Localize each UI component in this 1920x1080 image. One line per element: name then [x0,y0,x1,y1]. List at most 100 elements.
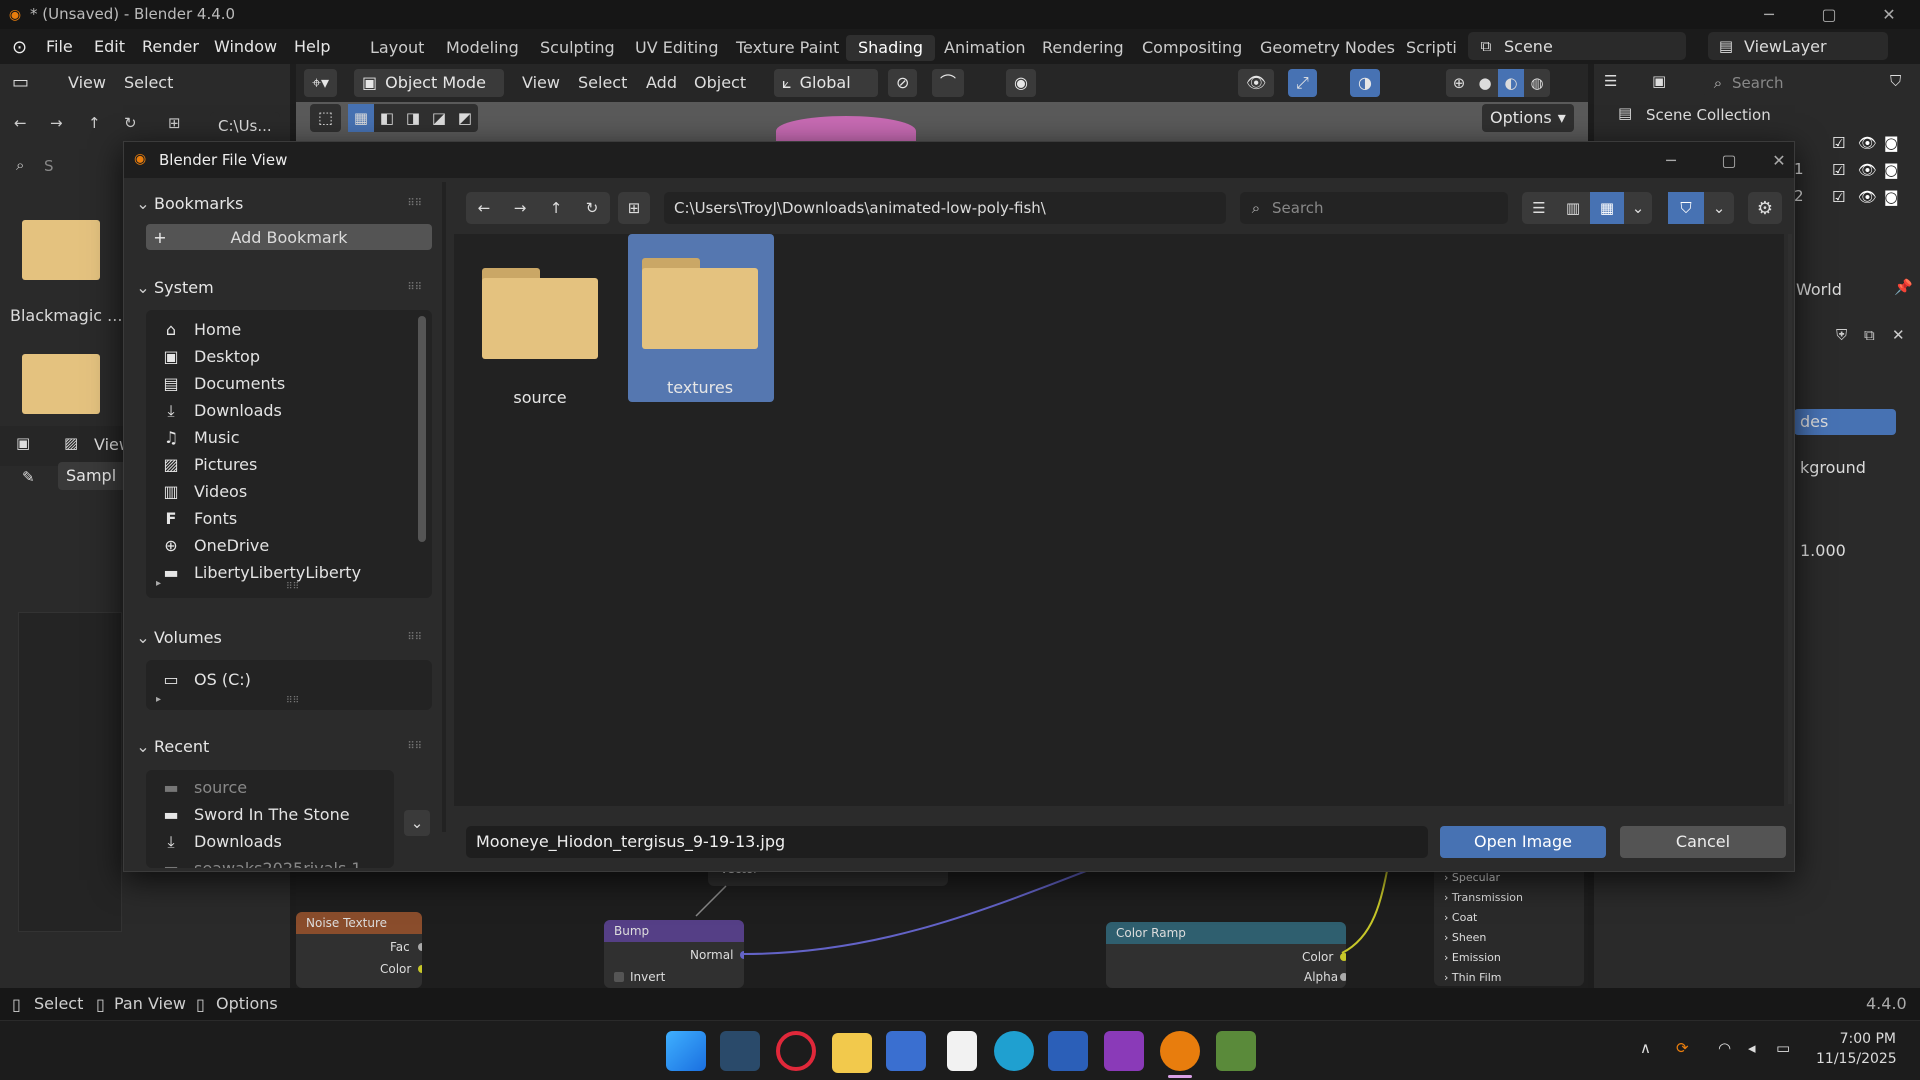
checkbox-icon[interactable]: ☑ [1832,161,1845,179]
system-item-music[interactable]: ♫ Music [146,424,432,451]
tab-texture-paint[interactable]: Texture Paint [724,35,851,61]
tab-uv-editing[interactable]: UV Editing [623,35,730,61]
maximize-icon[interactable]: ▢ [1806,0,1852,29]
tab-modeling[interactable]: Modeling [434,35,531,61]
file-item-source[interactable]: source [468,244,612,412]
clock-time[interactable]: 7:00 PM [1822,1031,1896,1047]
recent-item-sword[interactable]: ▬ Sword In The Stone [146,801,394,828]
blender-taskbar-icon[interactable] [1160,1031,1200,1071]
sample-button[interactable]: Sampl [58,462,128,490]
recent-item-downloads[interactable]: ⤓ Downloads [146,828,394,855]
volumes-header[interactable]: ⌄ Volumes ⠿⠿ [132,622,432,652]
path-field[interactable]: C:\Users\TroyJ\Downloads\animated-low-po… [664,192,1226,224]
select-subtract-icon[interactable]: ◨ [400,104,426,132]
file-item-textures[interactable]: textures [628,234,774,402]
tab-sculpting[interactable]: Sculpting [528,35,627,61]
system-scrollbar[interactable] [418,316,426,542]
fake-user-icon[interactable]: ⛨ [1836,326,1847,344]
recent-item-source[interactable]: ▬ source [146,774,394,801]
eye-icon[interactable]: 👁 [1858,134,1877,152]
tab-rendering[interactable]: Rendering [1030,35,1136,61]
folder-icon[interactable] [22,220,100,280]
sync-icon[interactable]: ⟳ [1676,1039,1689,1057]
left-menu-select[interactable]: Select [124,73,173,92]
unlink-icon[interactable]: ✕ [1892,326,1905,344]
maximize-icon[interactable]: ▢ [1706,146,1752,175]
forward-icon[interactable]: → [50,114,63,132]
use-nodes-button[interactable]: des [1794,409,1896,435]
tab-layout[interactable]: Layout [358,35,436,61]
viewport-canvas[interactable]: ⬚ ▦ ◧ ◨ ◪ ◩ Options ▾ [296,102,1588,146]
wireframe-shading-icon[interactable]: ⊕ [1446,69,1472,97]
store-icon[interactable] [886,1031,926,1071]
visibility-icon[interactable]: 👁 [1238,69,1275,97]
select-new-icon[interactable]: ▦ [348,104,374,132]
gear-icon[interactable]: ⚙ [1748,192,1782,224]
new-folder-icon[interactable]: ⊞ [618,192,650,224]
checkbox-icon[interactable]: ☑ [1832,188,1845,206]
pin-icon[interactable]: 📌 [1894,278,1913,296]
forward-icon[interactable]: → [502,192,538,224]
menu-file[interactable]: File [46,37,73,56]
camera-icon[interactable]: ◙ [1884,134,1899,152]
open-image-button[interactable]: Open Image [1440,826,1606,858]
duplicate-icon[interactable]: ⧉ [1864,326,1875,344]
file-list-area[interactable]: source textures [454,234,1784,806]
strength-field[interactable]: 1.000 [1794,537,1868,565]
camera-icon[interactable]: ◙ [1884,161,1899,179]
sidebar-splitter[interactable] [442,182,446,832]
tab-animation[interactable]: Animation [932,35,1038,61]
gizmo-icon[interactable]: ⤢ [1288,69,1317,97]
start-icon[interactable] [666,1031,706,1071]
list-horizontal-icon[interactable]: ▥ [1556,192,1590,224]
system-item-onedrive[interactable]: ⊕ OneDrive [146,532,432,559]
system-item-desktop[interactable]: ▣ Desktop [146,343,432,370]
system-item-pictures[interactable]: ▨ Pictures [146,451,432,478]
close-icon[interactable]: ✕ [1866,0,1912,29]
menu-help[interactable]: Help [294,37,330,56]
parent-directory-icon[interactable]: ↑ [88,114,101,132]
display-mode-icon[interactable]: ▣ [1652,72,1666,90]
menu-edit[interactable]: Edit [94,37,125,56]
system-item-fonts[interactable]: F Fonts [146,505,432,532]
notepad-icon[interactable] [947,1031,977,1071]
resize-handle-icon[interactable]: ⠿⠿ [286,582,299,592]
options-dropdown[interactable]: Options ▾ [1482,104,1574,132]
mode-selector[interactable]: ▣ Object Mode [354,69,504,97]
select-box-icon[interactable]: ⬚ [310,104,342,132]
select-invert-icon[interactable]: ◪ [426,104,452,132]
left-search-stub[interactable]: S [44,157,54,175]
minecraft-icon[interactable] [1216,1031,1256,1071]
menu-render[interactable]: Render [142,37,199,56]
drag-handle-icon[interactable]: ⠿⠿ [407,198,422,209]
file-area-scrollbar[interactable] [1788,234,1792,804]
vp-menu-add[interactable]: Add [646,73,677,92]
battery-icon[interactable]: ▭ [1776,1039,1790,1057]
drag-handle-icon[interactable]: ⠿⠿ [407,282,422,293]
chevron-up-icon[interactable]: ∧ [1640,1039,1651,1057]
system-item-home[interactable]: ⌂ Home [146,316,432,343]
drag-handle-icon[interactable]: ⠿⠿ [407,632,422,643]
left-menu-view[interactable]: View [68,73,106,92]
parent-directory-icon[interactable]: ↑ [538,192,574,224]
node-editor[interactable]: Vector Noise Texture Fac Color Bump Norm… [296,856,1588,988]
chevron-down-icon[interactable]: ⌄ [1624,192,1652,224]
filter-icon[interactable]: ⛉ [1668,192,1704,224]
outliner-type-icon[interactable]: ☰ [1604,72,1617,90]
resize-handle-icon[interactable]: ⠿⠿ [286,696,299,706]
chevron-down-icon[interactable]: ⌄ [1704,192,1734,224]
new-folder-icon[interactable]: ⊞ [168,114,181,132]
refresh-icon[interactable]: ↻ [124,114,137,132]
chevron-down-icon[interactable]: ⌄ [404,810,430,836]
edge-icon[interactable] [994,1031,1034,1071]
filter-icon[interactable]: ⛉ [1890,72,1901,90]
select-intersect-icon[interactable]: ◩ [452,104,478,132]
recent-item-seawaks[interactable]: ▬ seawaks2025rivals 1 - [146,855,394,868]
eyedropper-icon[interactable]: ✎ [22,468,35,486]
rendered-shading-icon[interactable]: ◍ [1524,69,1550,97]
image-editor-type-icon[interactable]: ▣ [16,434,30,452]
tab-compositing[interactable]: Compositing [1130,35,1254,61]
scene-collection-label[interactable]: Scene Collection [1646,106,1771,124]
snap-icon[interactable]: ⌒ [932,69,965,97]
folder-icon[interactable] [22,354,100,414]
